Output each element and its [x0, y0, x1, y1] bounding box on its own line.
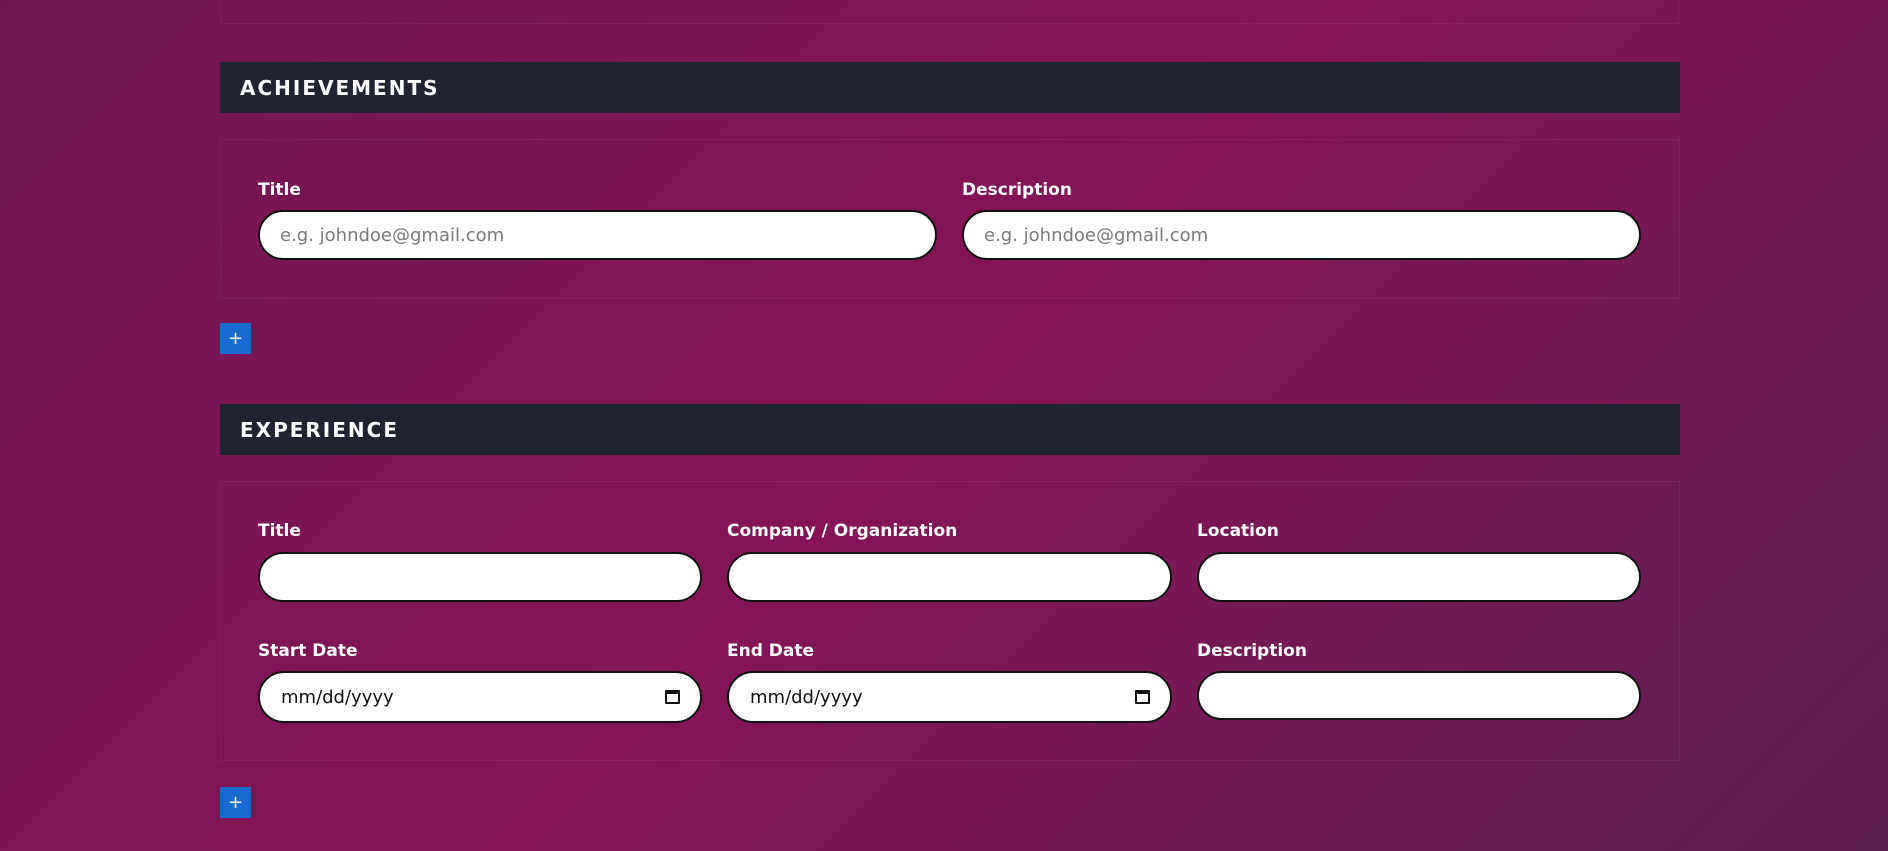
experience-description-label: Description — [1197, 641, 1307, 661]
end-date-value: mm/dd/yyyy — [750, 686, 863, 708]
experience-location-input[interactable] — [1197, 552, 1641, 602]
start-date-value: mm/dd/yyyy — [281, 686, 394, 708]
plus-icon: + — [227, 328, 244, 349]
previous-section-panel — [220, 0, 1679, 24]
experience-start-date-input[interactable]: mm/dd/yyyy — [258, 671, 702, 723]
experience-company-input[interactable] — [727, 552, 1172, 602]
calendar-icon[interactable] — [665, 690, 680, 704]
experience-end-date-label: End Date — [727, 641, 815, 661]
experience-company-label: Company / Organization — [727, 521, 958, 541]
add-achievement-button[interactable]: + — [220, 323, 251, 354]
achievement-title-input[interactable] — [258, 210, 937, 260]
experience-title-label: Title — [258, 521, 301, 541]
achievement-description-input[interactable] — [962, 210, 1641, 260]
experience-panel: Title Company / Organization Location St… — [220, 481, 1680, 761]
achievements-section-header: ACHIEVEMENTS — [220, 62, 1680, 113]
experience-location-label: Location — [1197, 521, 1279, 541]
experience-heading: EXPERIENCE — [240, 417, 399, 442]
experience-section-header: EXPERIENCE — [220, 404, 1680, 455]
plus-icon: + — [227, 792, 244, 813]
add-experience-button[interactable]: + — [220, 787, 251, 818]
experience-title-input[interactable] — [258, 552, 702, 602]
calendar-icon[interactable] — [1135, 690, 1150, 704]
experience-end-date-input[interactable]: mm/dd/yyyy — [727, 671, 1172, 723]
achievements-heading: ACHIEVEMENTS — [240, 75, 440, 100]
achievements-panel: Title Description — [220, 139, 1680, 299]
experience-description-input[interactable] — [1197, 671, 1641, 720]
achievement-description-label: Description — [962, 180, 1072, 200]
achievement-title-label: Title — [258, 180, 301, 200]
experience-start-date-label: Start Date — [258, 641, 358, 661]
